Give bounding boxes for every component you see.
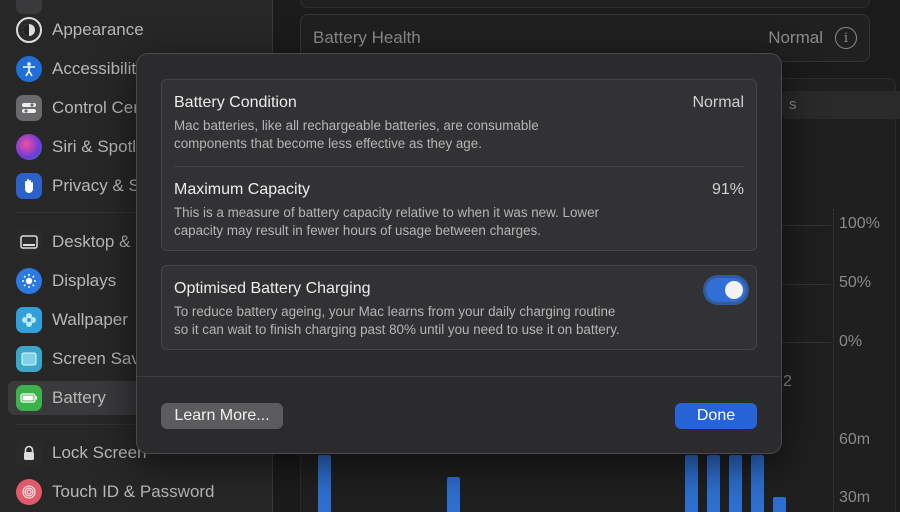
- maximum-capacity-title: Maximum Capacity: [174, 181, 311, 198]
- general-icon: [16, 0, 42, 14]
- usage-bar: [447, 477, 460, 512]
- privacy-hand-icon: [16, 173, 42, 199]
- sidebar-item-label: Displays: [52, 271, 117, 290]
- usage-bar: [751, 455, 764, 512]
- usage-bar: [773, 497, 786, 512]
- dialog-footer-divider: [137, 376, 781, 377]
- chart-period-selector[interactable]: s: [781, 91, 900, 119]
- maximum-capacity-description-2: capacity may result in fewer hours of us…: [174, 223, 541, 238]
- optimised-charging-group: Optimised Battery Charging To reduce bat…: [161, 265, 757, 350]
- maximum-capacity-value: 91%: [711, 181, 744, 198]
- sidebar-item-label: Battery: [52, 388, 106, 407]
- battery-condition-value: Normal: [692, 94, 744, 111]
- wallpaper-flower-icon: [16, 307, 42, 333]
- control-centre-icon: [16, 95, 42, 121]
- optimised-charging-description-2: so it can wait to finish charging past 8…: [174, 322, 620, 337]
- usage-bar: [685, 455, 698, 512]
- appearance-icon: [16, 17, 42, 43]
- sidebar-item-label: Wallpaper: [52, 310, 128, 329]
- usage-bar: [318, 455, 331, 512]
- fingerprint-icon: [16, 479, 42, 505]
- optimised-charging-title: Optimised Battery Charging: [174, 280, 371, 297]
- battery-icon: [16, 385, 42, 411]
- chart-axis-line: [833, 209, 834, 512]
- accessibility-icon: [16, 56, 42, 82]
- row-divider: [174, 166, 744, 167]
- usage-bar: [729, 455, 742, 512]
- toggle-knob: [725, 281, 743, 299]
- screen-saver-icon: [16, 346, 42, 372]
- learn-more-button[interactable]: Learn More...: [161, 403, 283, 429]
- siri-icon: [16, 134, 42, 160]
- chart-period-fragment: s: [789, 96, 797, 113]
- done-button[interactable]: Done: [675, 403, 757, 429]
- sidebar-item-touch-id[interactable]: Touch ID & Password: [8, 475, 266, 509]
- optimised-charging-toggle[interactable]: [706, 278, 746, 302]
- sidebar-item-label: Accessibility: [52, 59, 145, 78]
- axis-label-30m: 30m: [839, 489, 871, 506]
- battery-condition-description-1: Mac batteries, like all rechargeable bat…: [174, 118, 539, 133]
- maximum-capacity-description-1: This is a measure of battery capacity re…: [174, 205, 599, 220]
- battery-health-value: Normal: [768, 28, 823, 47]
- optimised-charging-description-1: To reduce battery ageing, your Mac learn…: [174, 304, 616, 319]
- sidebar-item-label: Touch ID & Password: [52, 482, 215, 501]
- sidebar-item-label: Appearance: [52, 20, 144, 39]
- axis-label-60m: 60m: [839, 431, 871, 448]
- battery-info-group: Battery Condition Normal Mac batteries, …: [161, 79, 757, 251]
- battery-condition-title: Battery Condition: [174, 94, 297, 111]
- info-button[interactable]: i: [835, 27, 857, 49]
- axis-label-50: 50%: [839, 274, 872, 291]
- battery-condition-description-2: components that become less effective as…: [174, 136, 482, 151]
- battery-health-label: Battery Health: [313, 28, 421, 47]
- sidebar-item-appearance[interactable]: Appearance: [8, 13, 266, 47]
- settings-row-partial: [300, 0, 870, 8]
- battery-health-dialog: Battery Condition Normal Mac batteries, …: [136, 53, 782, 454]
- x-tick-label: 2: [783, 373, 792, 390]
- desktop-dock-icon: [16, 229, 42, 255]
- lock-icon: [16, 440, 42, 466]
- sidebar-item-label: Lock Screen: [52, 443, 147, 462]
- displays-sun-icon: [16, 268, 42, 294]
- usage-bar: [707, 455, 720, 512]
- axis-label-0: 0%: [839, 333, 863, 350]
- axis-label-100: 100%: [839, 215, 880, 232]
